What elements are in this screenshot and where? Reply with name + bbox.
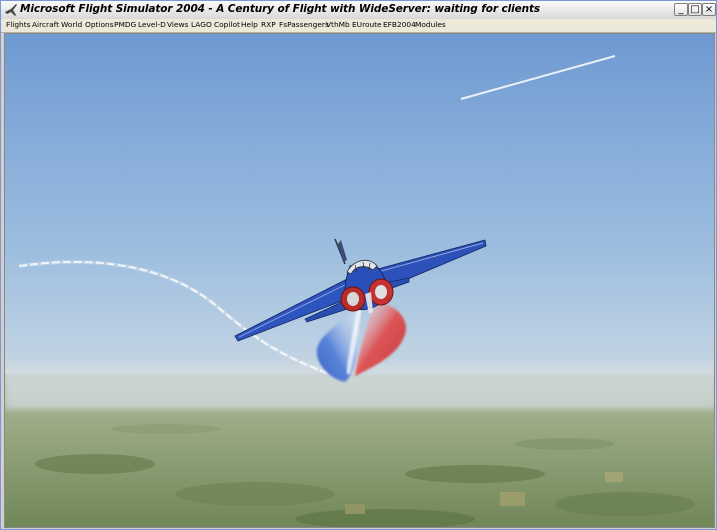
menu-world[interactable]: World [61, 20, 82, 29]
scene [5, 34, 714, 527]
flight-view[interactable] [4, 33, 715, 528]
menu-level-d[interactable]: Level-D [138, 20, 166, 29]
menu-fspassengers[interactable]: FsPassengers [279, 20, 329, 29]
menu-copilot[interactable]: Copilot [214, 20, 240, 29]
menu-bar: Flights Aircraft World Options PMDG Leve… [1, 19, 716, 33]
menu-views[interactable]: Views [167, 20, 188, 29]
menu-flights[interactable]: Flights [6, 20, 30, 29]
close-button[interactable]: × [702, 3, 716, 16]
menu-pmdg[interactable]: PMDG [114, 20, 136, 29]
menu-help[interactable]: Help [241, 20, 258, 29]
menu-vthmb[interactable]: VthMb [326, 20, 350, 29]
minimize-button[interactable]: _ [674, 3, 688, 16]
menu-euroute[interactable]: EUroute [352, 20, 382, 29]
menu-aircraft[interactable]: Aircraft [32, 20, 59, 29]
menu-rxp[interactable]: RXP [261, 20, 276, 29]
airplane-icon [5, 4, 17, 16]
app-window: Microsoft Flight Simulator 2004 - A Cent… [0, 0, 717, 530]
menu-modules[interactable]: Modules [415, 20, 446, 29]
menu-lago[interactable]: LAGO [191, 20, 212, 29]
title-bar[interactable]: Microsoft Flight Simulator 2004 - A Cent… [1, 1, 716, 20]
maximize-button[interactable]: □ [688, 3, 702, 16]
menu-efb2004[interactable]: EFB2004 [383, 20, 416, 29]
menu-options[interactable]: Options [85, 20, 114, 29]
window-title: Microsoft Flight Simulator 2004 - A Cent… [20, 3, 541, 15]
